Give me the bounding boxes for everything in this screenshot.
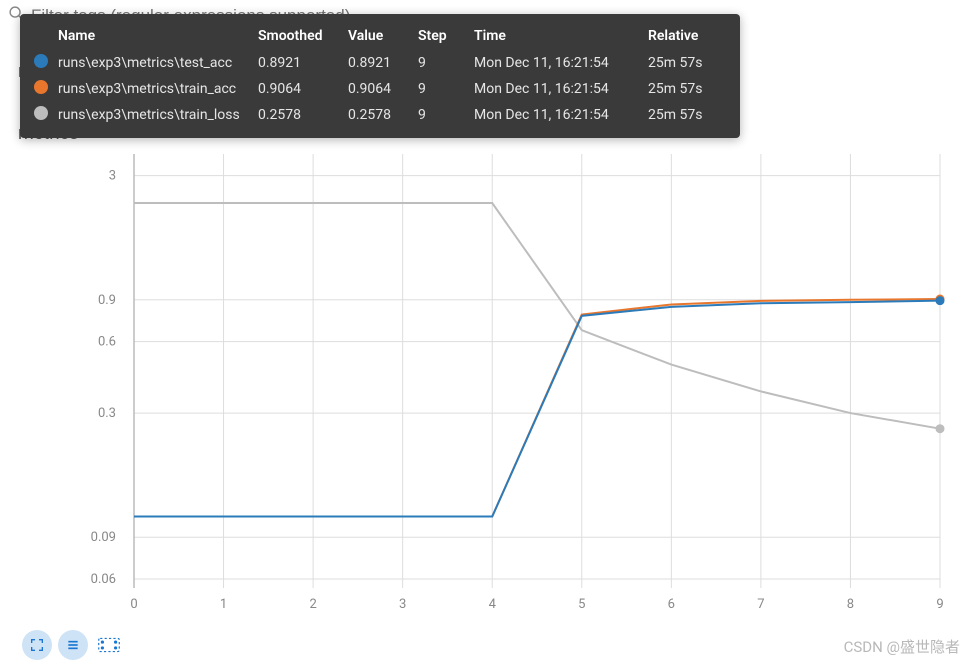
tooltip-row: runs\exp3\metrics\test_acc0.89210.89219M… xyxy=(34,50,726,76)
x-tick: 6 xyxy=(668,597,675,612)
chart-toolbar xyxy=(22,630,124,660)
cell-name: runs\exp3\metrics\train_loss xyxy=(58,102,258,128)
y-tick: 0.3 xyxy=(98,406,116,421)
col-smoothed: Smoothed xyxy=(258,24,348,50)
cell-time: Mon Dec 11, 16:21:54 xyxy=(474,50,648,76)
x-tick: 9 xyxy=(936,597,943,612)
y-tick: 0.06 xyxy=(91,572,116,587)
list-button[interactable] xyxy=(58,630,88,660)
series-line xyxy=(134,203,940,429)
x-tick: 4 xyxy=(489,597,497,612)
fullscreen-button[interactable] xyxy=(22,630,52,660)
fit-domain-button[interactable] xyxy=(94,630,124,660)
series-swatch xyxy=(34,80,48,94)
tooltip-row: runs\exp3\metrics\train_loss0.25780.2578… xyxy=(34,102,726,128)
cell-time: Mon Dec 11, 16:21:54 xyxy=(474,102,648,128)
cell-value: 0.8921 xyxy=(348,50,418,76)
tooltip-row: runs\exp3\metrics\train_acc0.90640.90649… xyxy=(34,76,726,102)
cell-relative: 25m 57s xyxy=(648,50,726,76)
hover-tooltip: Name Smoothed Value Step Time Relative r… xyxy=(20,14,740,138)
y-tick: 0.09 xyxy=(91,530,116,545)
col-value: Value xyxy=(348,24,418,50)
col-name: Name xyxy=(58,24,258,50)
chart-svg: 0 1 2 3 4 5 6 7 8 9 0.06 0.09 0.3 0.6 0.9 3 xyxy=(20,142,960,632)
series-swatch xyxy=(34,54,48,68)
cell-relative: 25m 57s xyxy=(648,76,726,102)
col-step: Step xyxy=(418,24,474,50)
series-line xyxy=(134,301,940,517)
y-tick: 0.6 xyxy=(98,335,116,350)
x-tick: 8 xyxy=(847,597,854,612)
cell-step: 9 xyxy=(418,102,474,128)
cell-relative: 25m 57s xyxy=(648,102,726,128)
x-tick: 1 xyxy=(220,597,227,612)
col-time: Time xyxy=(474,24,648,50)
cell-name: runs\exp3\metrics\train_acc xyxy=(58,76,258,102)
series-line xyxy=(134,299,940,516)
cell-value: 0.9064 xyxy=(348,76,418,102)
tooltip-table: Name Smoothed Value Step Time Relative r… xyxy=(34,24,726,128)
y-tick: 0.9 xyxy=(98,293,116,308)
cell-smoothed: 0.8921 xyxy=(258,50,348,76)
x-tick: 2 xyxy=(309,597,316,612)
series-end-marker xyxy=(936,296,945,305)
cell-smoothed: 0.9064 xyxy=(258,76,348,102)
cell-step: 9 xyxy=(418,76,474,102)
cell-step: 9 xyxy=(418,50,474,76)
watermark: CSDN @盛世隐者 xyxy=(844,636,960,657)
y-tick: 3 xyxy=(109,169,116,184)
x-tick: 3 xyxy=(399,597,406,612)
series-swatch xyxy=(34,106,48,120)
cell-smoothed: 0.2578 xyxy=(258,102,348,128)
chart[interactable]: 0 1 2 3 4 5 6 7 8 9 0.06 0.09 0.3 0.6 0.9 3 xyxy=(20,142,960,632)
x-tick: 0 xyxy=(130,597,137,612)
cell-value: 0.2578 xyxy=(348,102,418,128)
cell-name: runs\exp3\metrics\test_acc xyxy=(58,50,258,76)
x-tick: 5 xyxy=(578,597,585,612)
cell-time: Mon Dec 11, 16:21:54 xyxy=(474,76,648,102)
col-relative: Relative xyxy=(648,24,726,50)
series-end-marker xyxy=(936,424,945,433)
x-tick: 7 xyxy=(757,597,764,612)
